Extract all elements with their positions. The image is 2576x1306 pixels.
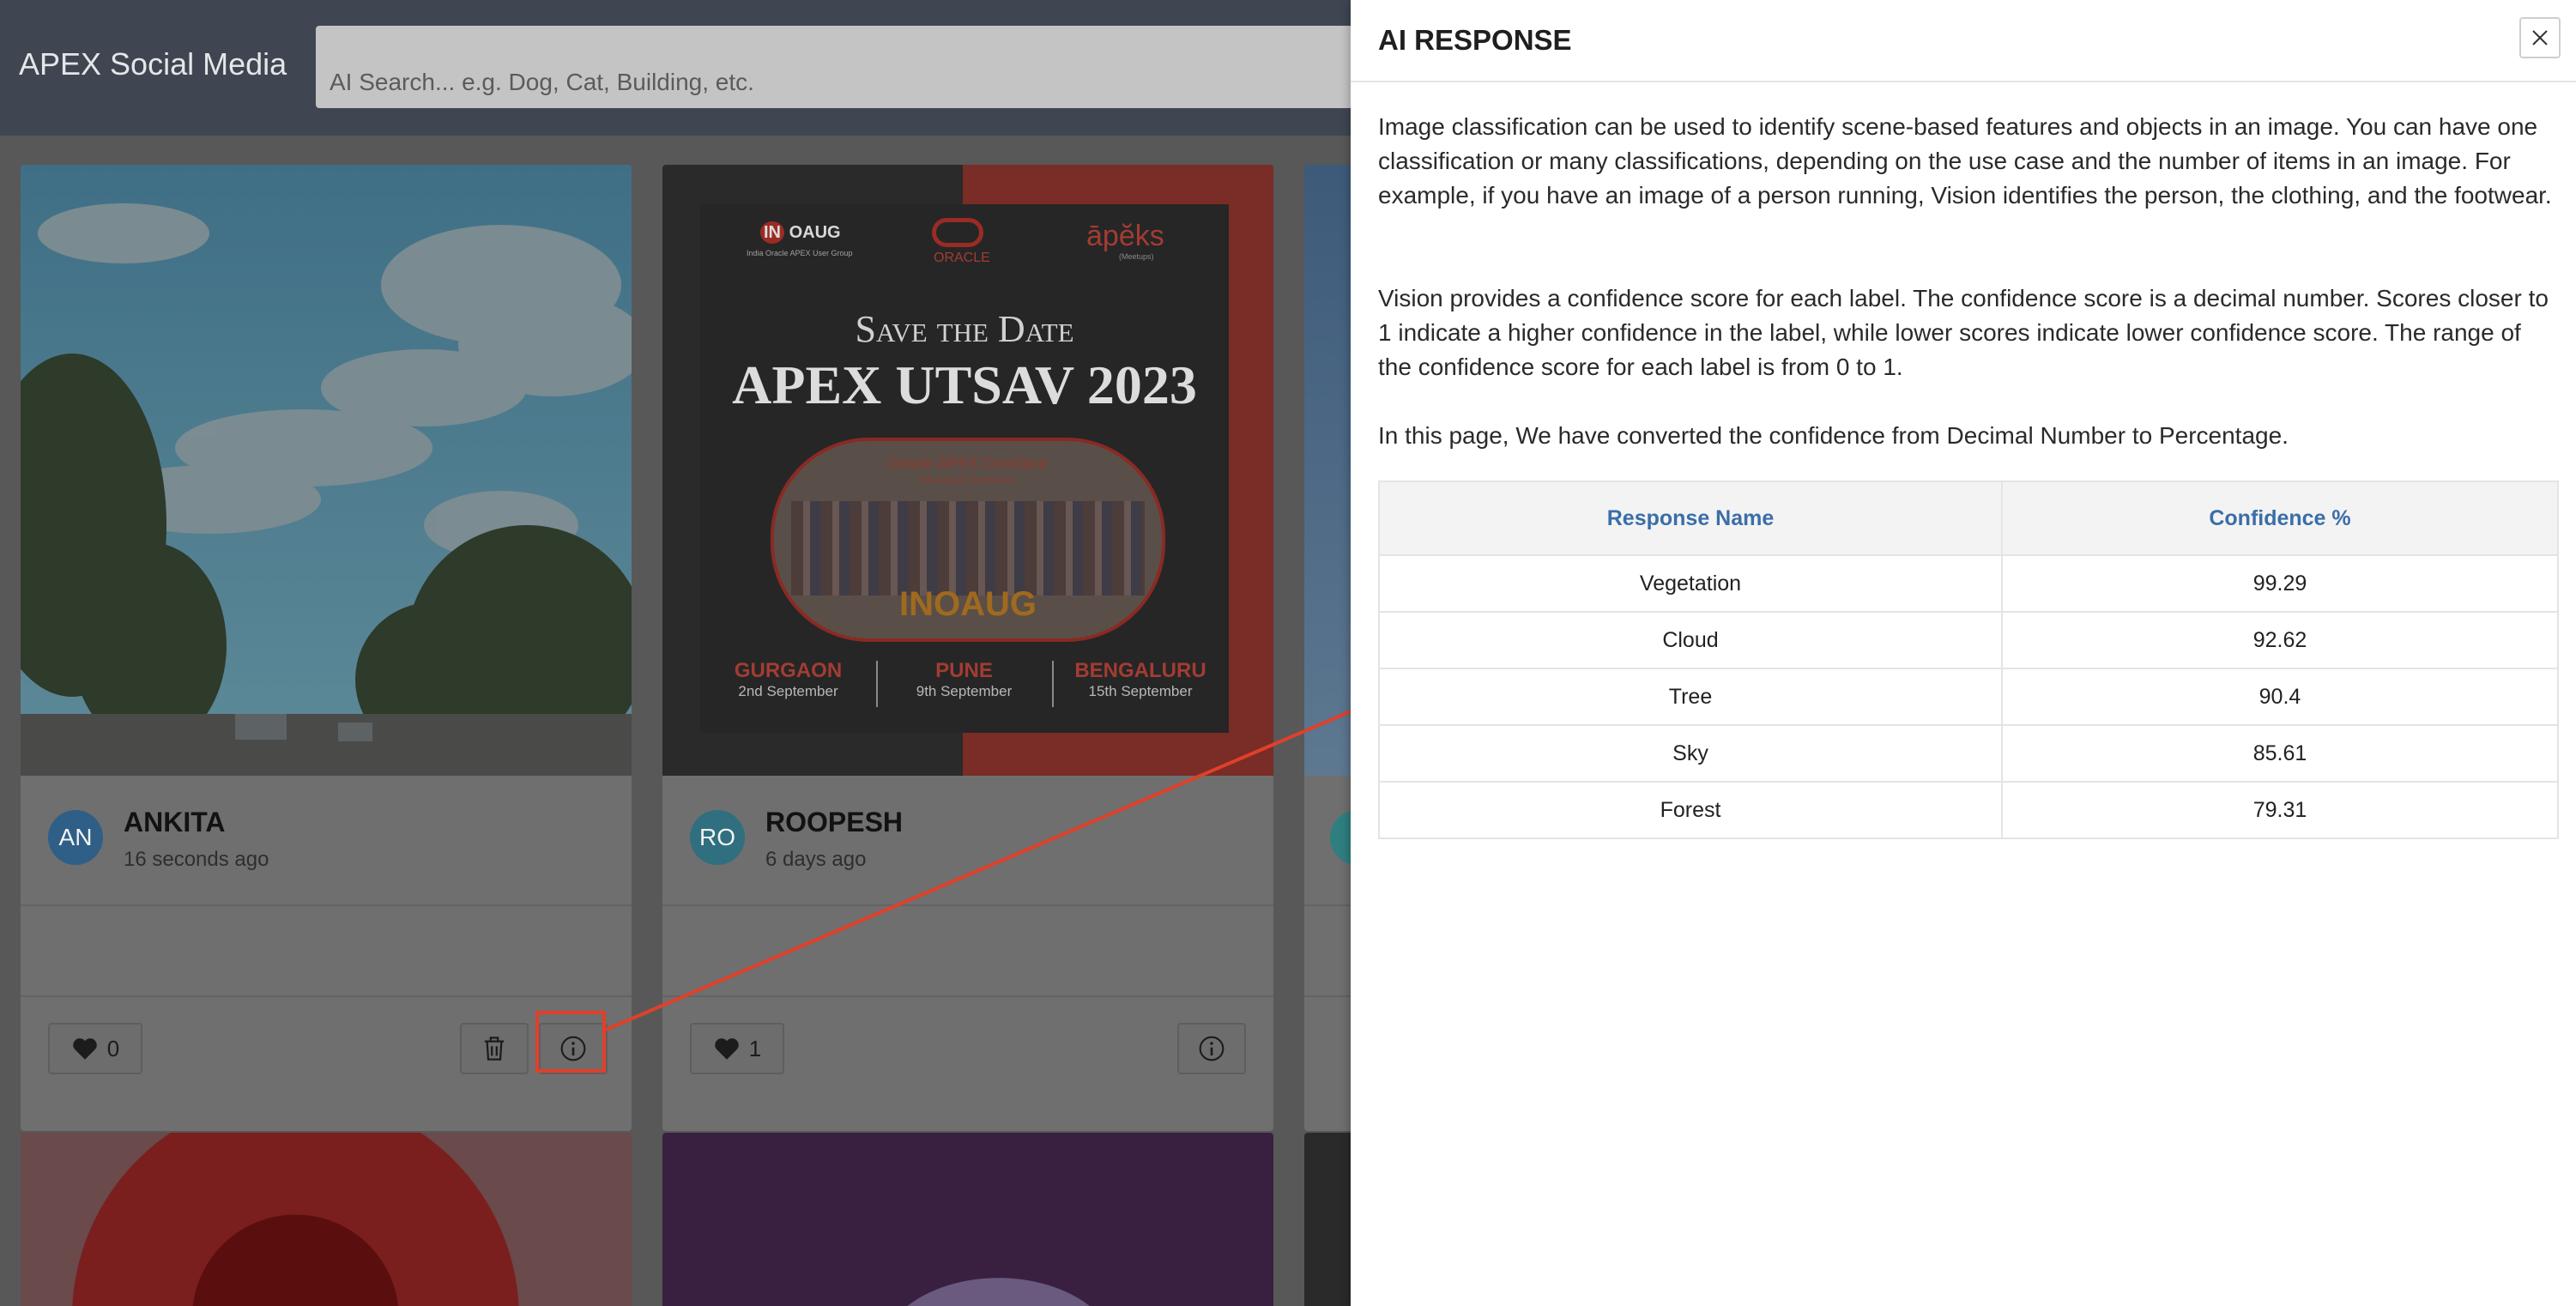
response-name-cell: Vegetation (1378, 554, 2003, 613)
close-icon (2532, 30, 2548, 45)
column-header-confidence[interactable]: Confidence % (2001, 481, 2559, 556)
confidence-cell: 79.31 (2001, 781, 2559, 839)
table-row: Sky 85.61 (1378, 724, 2559, 783)
confidence-cell: 92.62 (2001, 611, 2559, 669)
confidence-cell: 85.61 (2001, 724, 2559, 783)
drawer-title: AI RESPONSE (1378, 24, 1572, 56)
response-name-cell: Sky (1378, 724, 2003, 783)
column-header-response-name[interactable]: Response Name (1378, 481, 2003, 556)
confidence-paragraph: Vision provides a confidence score for e… (1378, 285, 2549, 380)
drawer-header: AI RESPONSE (1351, 0, 2576, 82)
close-button[interactable] (2519, 17, 2561, 58)
response-name-cell: Forest (1378, 781, 2003, 839)
ai-response-drawer: AI RESPONSE Image classification can be … (1351, 0, 2576, 1306)
table-header-row: Response Name Confidence % (1378, 481, 2559, 556)
confidence-cell: 99.29 (2001, 554, 2559, 613)
response-name-cell: Cloud (1378, 611, 2003, 669)
response-name-cell: Tree (1378, 668, 2003, 726)
response-table: Response Name Confidence % Vegetation 99… (1378, 481, 2559, 839)
description-paragraph: Image classification can be used to iden… (1378, 113, 2552, 209)
table-row: Vegetation 99.29 (1378, 554, 2559, 613)
table-row: Forest 79.31 (1378, 781, 2559, 839)
table-row: Cloud 92.62 (1378, 611, 2559, 669)
confidence-cell: 90.4 (2001, 668, 2559, 726)
conversion-note: In this page, We have converted the conf… (1378, 422, 2289, 449)
table-row: Tree 90.4 (1378, 668, 2559, 726)
